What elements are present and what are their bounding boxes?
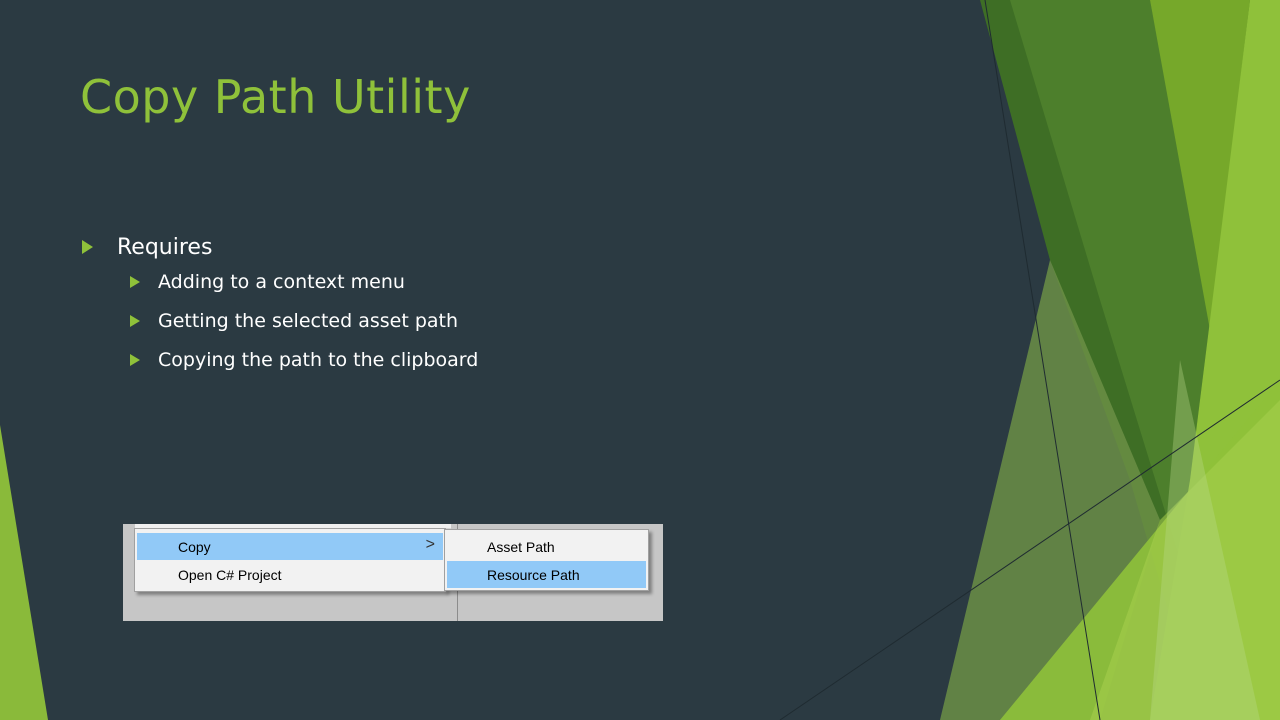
slide-title: Copy Path Utility	[80, 70, 471, 124]
triangle-bullet-icon	[130, 275, 140, 288]
triangle-bullet-icon	[130, 314, 140, 327]
copy-submenu: Asset Path Resource Path	[444, 529, 649, 591]
bullet-sub: Copying the path to the clipboard	[130, 340, 478, 379]
menu-item-label: Copy	[178, 538, 211, 555]
bullet-sub-text: Adding to a context menu	[158, 270, 405, 293]
context-menu: Copy > Open C# Project	[134, 528, 446, 592]
bullet-main: Requires	[82, 232, 478, 262]
menu-item-copy[interactable]: Copy >	[137, 533, 443, 560]
menu-item-resource-path[interactable]: Resource Path	[447, 561, 646, 588]
menu-item-label: Asset Path	[487, 538, 555, 555]
triangle-bullet-icon	[82, 240, 93, 254]
menu-item-asset-path[interactable]: Asset Path	[447, 533, 646, 560]
bullet-sub: Adding to a context menu	[130, 262, 478, 301]
triangle-bullet-icon	[130, 353, 140, 366]
menu-item-label: Open C# Project	[178, 566, 282, 583]
bullet-sub-text: Copying the path to the clipboard	[158, 348, 479, 371]
bullet-main-text: Requires	[117, 234, 213, 260]
context-menu-screenshot: Copy > Open C# Project Asset Path Resour…	[123, 524, 663, 621]
menu-item-label: Resource Path	[487, 566, 580, 583]
menu-item-open-csharp-project[interactable]: Open C# Project	[137, 561, 443, 588]
bullet-sub-text: Getting the selected asset path	[158, 309, 459, 332]
bullet-list: Requires Adding to a context menu Gettin…	[82, 232, 478, 379]
bullet-sub: Getting the selected asset path	[130, 301, 478, 340]
chevron-right-icon: >	[425, 536, 435, 553]
